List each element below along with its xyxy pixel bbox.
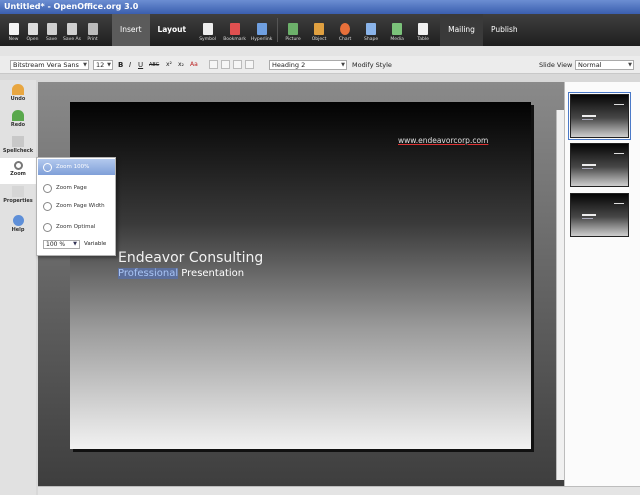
- spellcheck-icon: [12, 136, 24, 147]
- align-center-button[interactable]: [221, 60, 230, 69]
- open-button[interactable]: Open: [23, 14, 42, 46]
- save-button[interactable]: Save: [42, 14, 61, 46]
- slide-thumbnail[interactable]: [570, 143, 629, 187]
- ribbon-toolbar: New Open Save Save As Print Insert Layou…: [0, 14, 640, 46]
- zoom-100-item[interactable]: Zoom 100%: [38, 159, 115, 175]
- media-button[interactable]: Media: [384, 14, 410, 46]
- picture-button[interactable]: Picture: [280, 14, 306, 46]
- save-icon: [46, 23, 57, 35]
- hyperlink-button[interactable]: Hyperlink: [248, 14, 275, 46]
- sidebar: Undo Redo Spellcheck Zoom Properties Hel…: [0, 80, 36, 495]
- hyperlink-icon: [256, 23, 267, 35]
- object-button[interactable]: Object: [306, 14, 332, 46]
- tab-insert[interactable]: Insert: [112, 14, 150, 46]
- new-button[interactable]: New: [4, 14, 23, 46]
- redo-button[interactable]: Redo: [0, 110, 36, 128]
- zoom-page-width-item[interactable]: Zoom Page Width: [38, 198, 115, 214]
- magnifier-icon: [43, 222, 52, 232]
- properties-button[interactable]: Properties: [0, 186, 36, 204]
- underline-button[interactable]: U: [138, 60, 143, 70]
- table-icon: [418, 23, 429, 35]
- open-folder-icon: [27, 23, 38, 35]
- symbol-button[interactable]: Symbol: [194, 14, 221, 46]
- slide-view-label: Slide View: [539, 61, 573, 69]
- properties-icon: [12, 186, 24, 197]
- justify-button[interactable]: [245, 60, 254, 69]
- slide-title[interactable]: Endeavor Consulting: [118, 250, 263, 266]
- undo-icon: [12, 84, 24, 95]
- save-as-button[interactable]: Save As: [61, 14, 83, 46]
- chart-button[interactable]: Chart: [332, 14, 358, 46]
- undo-button[interactable]: Undo: [0, 84, 36, 102]
- chevron-down-icon: ▼: [628, 62, 632, 68]
- table-button[interactable]: Table: [410, 14, 436, 46]
- strikethrough-button[interactable]: ABC: [149, 60, 159, 70]
- italic-button[interactable]: I: [129, 60, 131, 70]
- object-icon: [314, 23, 325, 35]
- slide-subtitle[interactable]: Professional Presentation: [118, 268, 244, 279]
- window-title: Untitled* - OpenOffice.org 3.0: [0, 0, 640, 14]
- paragraph-style-select[interactable]: Heading 2 ▼: [269, 60, 347, 70]
- magnifier-icon: [43, 162, 52, 172]
- slide-url-text[interactable]: www.endeavorcorp.com: [398, 136, 488, 145]
- align-left-button[interactable]: [209, 60, 218, 69]
- tab-publish[interactable]: Publish: [483, 14, 526, 46]
- spellcheck-button[interactable]: Spellcheck: [0, 136, 36, 154]
- zoom-page-item[interactable]: Zoom Page: [38, 180, 115, 196]
- tab-layout[interactable]: Layout: [150, 14, 195, 46]
- modify-style-button[interactable]: Modify Style: [352, 60, 392, 70]
- symbol-icon: [202, 23, 213, 35]
- shape-icon: [366, 23, 377, 35]
- slide-thumbnail[interactable]: [568, 92, 631, 140]
- chevron-down-icon: ▼: [73, 241, 77, 247]
- magnifier-icon: [43, 201, 52, 211]
- print-icon: [87, 23, 98, 35]
- print-button[interactable]: Print: [83, 14, 102, 46]
- zoom-dropdown: Zoom 100% Zoom Page Zoom Page Width Zoom…: [36, 157, 116, 256]
- shape-button[interactable]: Shape: [358, 14, 384, 46]
- chevron-down-icon: ▼: [83, 62, 87, 68]
- new-doc-icon: [8, 23, 19, 35]
- bookmark-icon: [229, 23, 240, 35]
- font-size-select[interactable]: 12 ▼: [93, 60, 113, 70]
- redo-icon: [12, 110, 24, 121]
- horizontal-scrollbar[interactable]: [38, 486, 640, 495]
- subtitle-selected-word: Professional: [118, 268, 179, 279]
- chevron-down-icon: ▼: [107, 62, 111, 68]
- magnifier-icon: [43, 183, 52, 193]
- slide-thumbnail[interactable]: [570, 193, 629, 237]
- align-right-button[interactable]: [233, 60, 242, 69]
- zoom-variable-label: Variable: [84, 241, 107, 247]
- tab-mailing[interactable]: Mailing: [440, 14, 483, 46]
- zoom-value-select[interactable]: 100 % ▼: [43, 240, 80, 249]
- superscript-button[interactable]: x²: [166, 60, 172, 70]
- highlight-button[interactable]: Aa: [190, 60, 198, 70]
- bold-button[interactable]: B: [118, 60, 123, 70]
- zoom-button[interactable]: Zoom: [0, 158, 36, 184]
- help-icon: [12, 215, 24, 226]
- bookmark-button[interactable]: Bookmark: [221, 14, 248, 46]
- picture-icon: [288, 23, 299, 35]
- save-as-icon: [67, 23, 77, 35]
- chevron-down-icon: ▼: [341, 62, 345, 68]
- zoom-optimal-item[interactable]: Zoom Optimal: [38, 219, 115, 235]
- help-button[interactable]: Help: [0, 215, 36, 233]
- vertical-scrollbar[interactable]: [556, 110, 564, 480]
- font-name-select[interactable]: Bitstream Vera Sans ▼: [10, 60, 89, 70]
- slide-view-select[interactable]: Normal ▼: [575, 60, 634, 70]
- chart-icon: [340, 23, 351, 35]
- subscript-button[interactable]: x₂: [178, 60, 184, 70]
- format-toolbar: Bitstream Vera Sans ▼ 12 ▼ B I U ABC x² x₂…: [0, 56, 640, 74]
- media-icon: [392, 23, 403, 35]
- zoom-icon: [13, 161, 23, 170]
- subtitle-word: Presentation: [181, 268, 245, 279]
